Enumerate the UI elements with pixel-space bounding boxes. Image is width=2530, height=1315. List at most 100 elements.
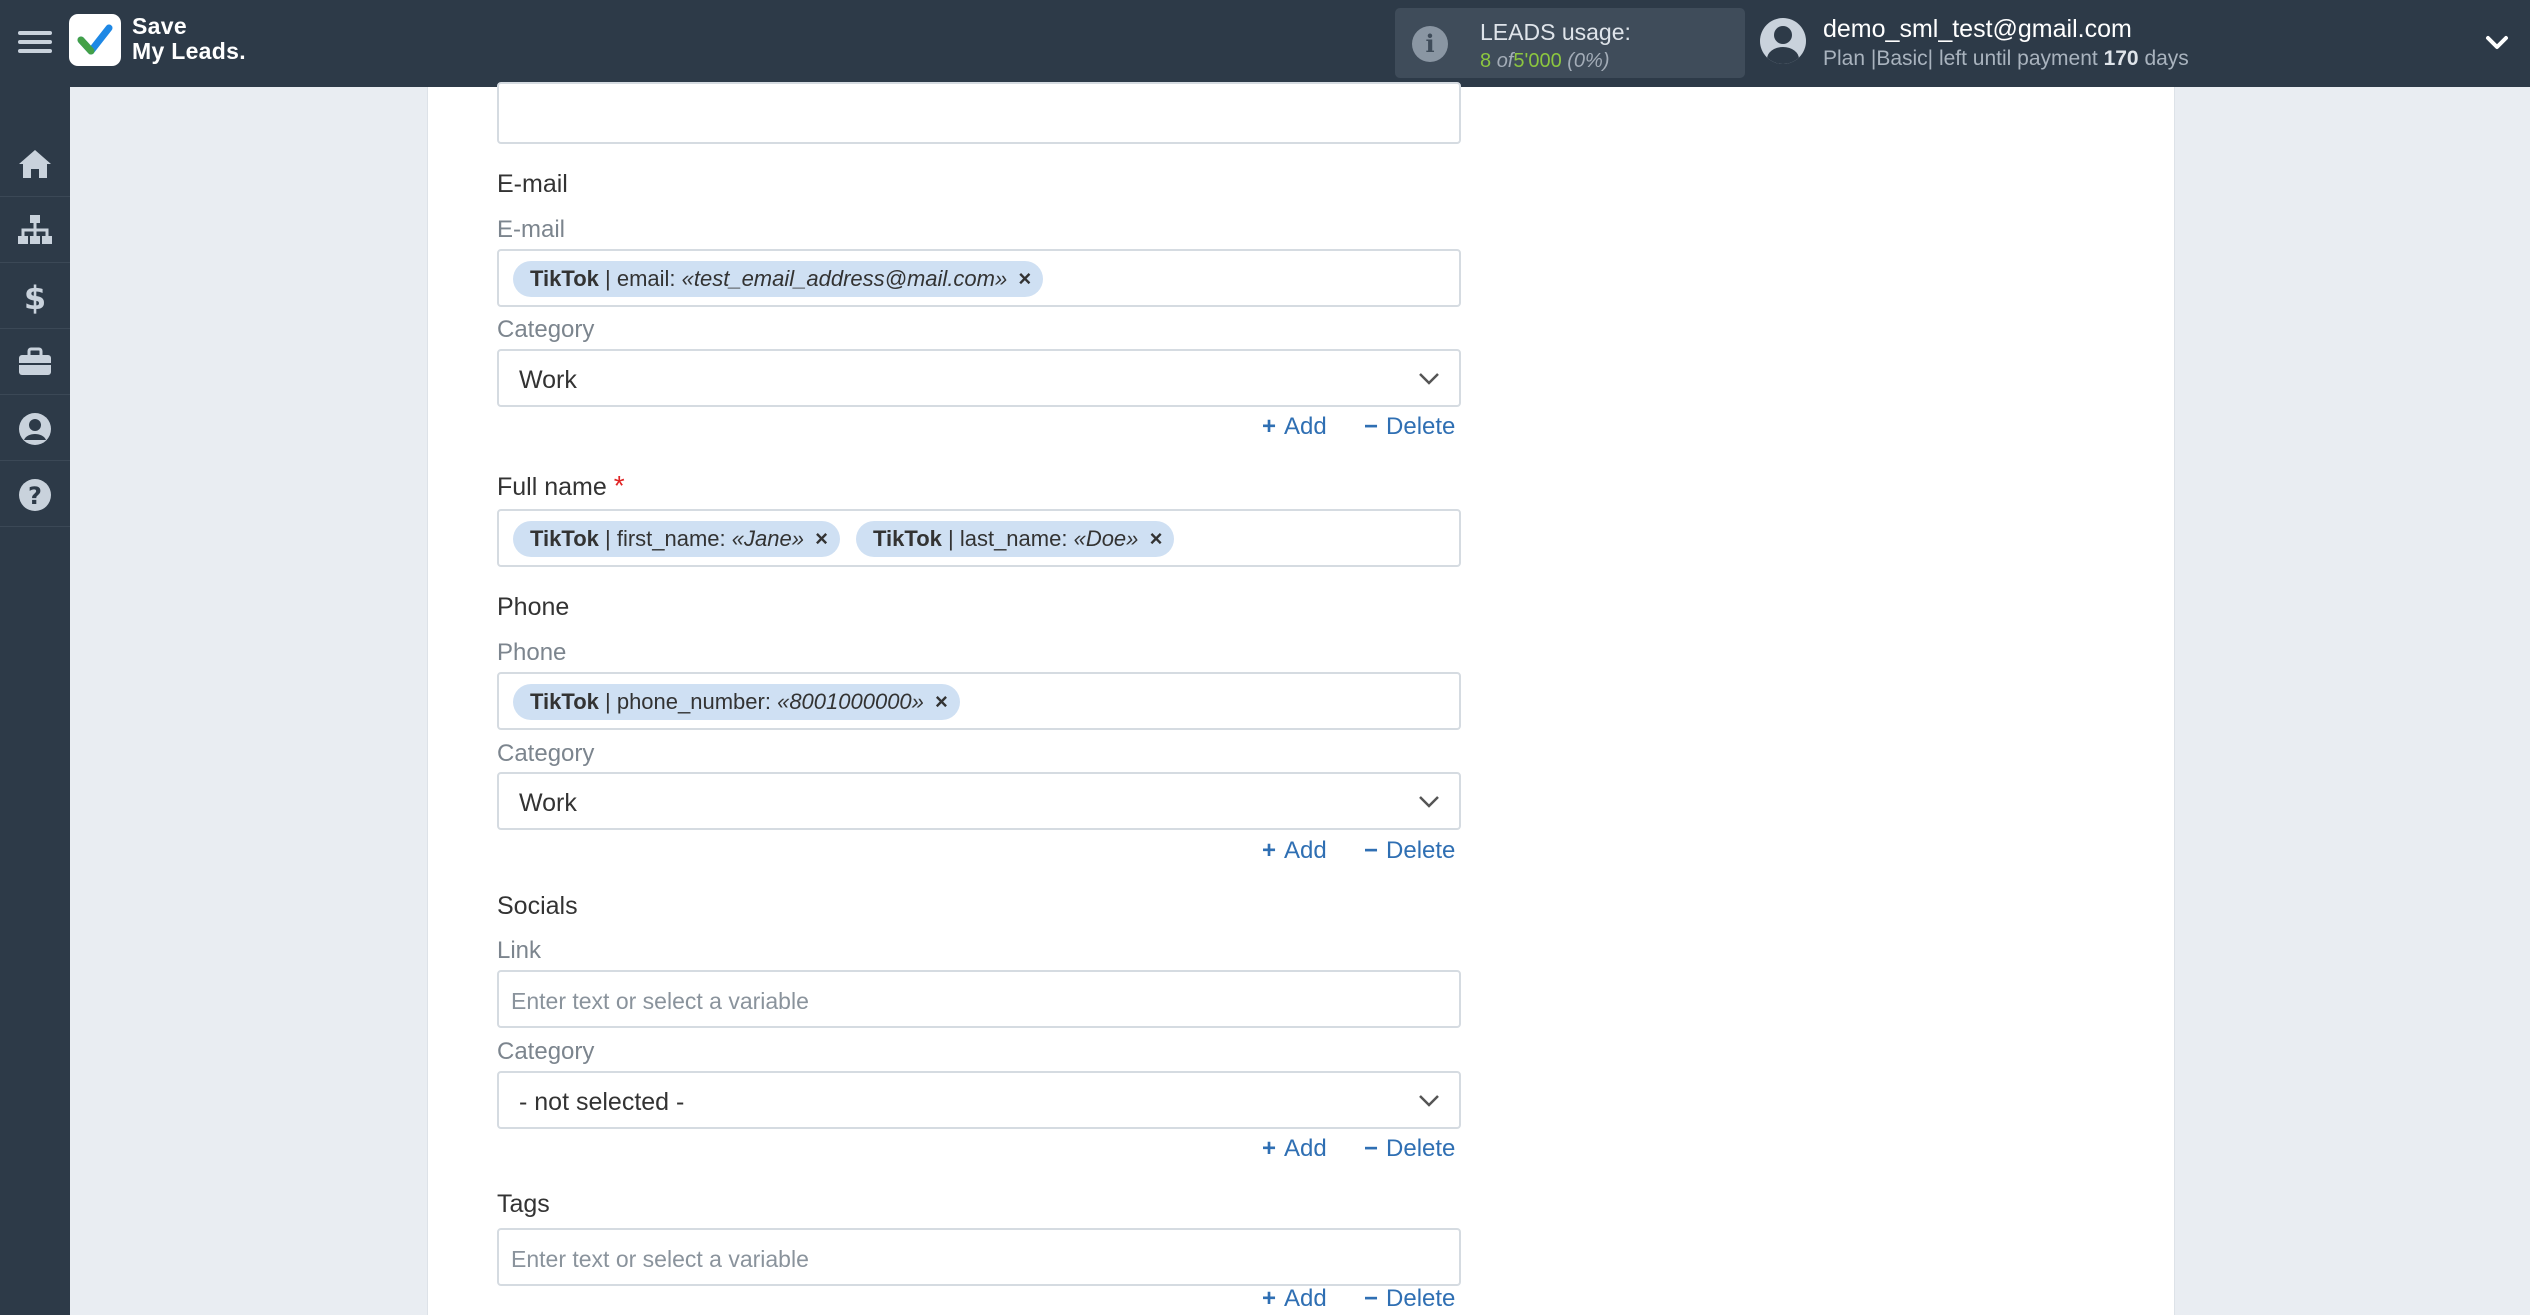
plan-prefix: Plan |Basic| left until payment <box>1823 47 2098 70</box>
remove-chip-icon[interactable]: × <box>815 521 828 557</box>
socials-section-title: Socials <box>497 892 578 920</box>
svg-text:$: $ <box>24 280 46 314</box>
chip-field: | email: <box>605 266 676 291</box>
dollar-icon: $ <box>24 280 46 314</box>
usage-title: LEADS usage: <box>1480 19 1631 45</box>
plus-icon: + <box>1262 1135 1277 1162</box>
user-plan: Plan |Basic| left until payment 170 days <box>1823 47 2189 71</box>
chip-source: TikTok <box>873 526 942 551</box>
phone-category-value: Work <box>519 789 577 817</box>
delete-label: Delete <box>1386 413 1456 440</box>
chevron-down-icon <box>1419 796 1439 808</box>
add-label: Add <box>1284 1285 1327 1312</box>
tags-add-button[interactable]: + Add <box>1262 1285 1327 1313</box>
user-email[interactable]: demo_sml_test@gmail.com <box>1823 15 2132 44</box>
phone-section-title: Phone <box>497 593 570 621</box>
minus-icon: − <box>1364 1285 1379 1312</box>
sidebar-item-connections[interactable] <box>0 197 70 263</box>
tags-section-title: Tags <box>497 1190 550 1218</box>
logo-icon[interactable] <box>69 14 121 66</box>
socials-link-placeholder: Enter text or select a variable <box>511 988 809 1014</box>
remove-chip-icon[interactable]: × <box>1150 521 1163 557</box>
email-delete-button[interactable]: − Delete <box>1364 413 1455 441</box>
socials-category-select[interactable]: - not selected - <box>497 1071 1461 1129</box>
delete-label: Delete <box>1386 1285 1456 1312</box>
usage-of: of <box>1496 50 1514 72</box>
sidebar-item-home[interactable] <box>0 131 70 197</box>
chip-field: | last_name: <box>948 526 1068 551</box>
remove-chip-icon[interactable]: × <box>1018 261 1031 297</box>
user-avatar-icon[interactable] <box>1760 18 1806 64</box>
phone-delete-button[interactable]: − Delete <box>1364 837 1455 865</box>
phone-category-select[interactable]: Work <box>497 772 1461 830</box>
sidebar: $ ? <box>0 87 70 1315</box>
question-icon: ? <box>19 479 51 511</box>
email-section-title: E-mail <box>497 170 568 198</box>
socials-add-button[interactable]: + Add <box>1262 1135 1327 1163</box>
minus-icon: − <box>1364 837 1379 864</box>
plan-days: 170 <box>2103 47 2139 70</box>
socials-link-label: Link <box>497 937 542 964</box>
phone-category-label: Category <box>497 740 595 767</box>
usage-total: 5'000 <box>1513 50 1562 72</box>
minus-icon: − <box>1364 413 1379 440</box>
usage-percent: (0%) <box>1567 50 1610 72</box>
socials-category-value: - not selected - <box>519 1088 685 1116</box>
top-bar: Save My Leads. i LEADS usage: 8 of5'000 … <box>0 0 2530 87</box>
chip-field: | phone_number: <box>605 689 771 714</box>
email-variable-chip[interactable]: TikTok | email: «test_email_address@mail… <box>513 261 1044 297</box>
user-circle-icon <box>19 413 51 445</box>
chip-value: «8001000000» <box>777 689 924 714</box>
phone-variable-chip[interactable]: TikTok | phone_number: «8001000000» × <box>513 684 960 720</box>
email-add-button[interactable]: + Add <box>1262 413 1327 441</box>
add-label: Add <box>1284 837 1327 864</box>
plus-icon: + <box>1262 1285 1277 1312</box>
logo-line-2: My Leads. <box>132 38 246 64</box>
phone-input[interactable]: TikTok | phone_number: «8001000000» × <box>497 672 1461 730</box>
delete-label: Delete <box>1386 837 1456 864</box>
plus-icon: + <box>1262 837 1277 864</box>
socials-delete-button[interactable]: − Delete <box>1364 1135 1455 1163</box>
email-category-label: Category <box>497 316 595 343</box>
email-category-select[interactable]: Work <box>497 349 1461 407</box>
chip-value: «Doe» <box>1073 526 1139 551</box>
tags-placeholder: Enter text or select a variable <box>511 1246 809 1272</box>
sidebar-item-help[interactable]: ? <box>0 461 70 527</box>
chip-source: TikTok <box>530 689 599 714</box>
phone-add-button[interactable]: + Add <box>1262 837 1327 865</box>
sidebar-item-billing[interactable]: $ <box>0 263 70 329</box>
tags-input[interactable]: Enter text or select a variable <box>497 1228 1461 1286</box>
add-label: Add <box>1284 1135 1327 1162</box>
remove-chip-icon[interactable]: × <box>935 684 948 720</box>
sidebar-item-account[interactable] <box>0 395 70 461</box>
info-icon[interactable]: i <box>1412 26 1448 62</box>
required-mark: * <box>613 470 625 501</box>
fullname-input[interactable]: TikTok | first_name: «Jane» × TikTok | l… <box>497 509 1461 567</box>
hamburger-menu-icon[interactable] <box>18 26 52 60</box>
delete-label: Delete <box>1386 1135 1456 1162</box>
minus-icon: − <box>1364 1135 1379 1162</box>
phone-field-label: Phone <box>497 639 567 666</box>
leads-usage-panel: i LEADS usage: 8 of5'000 (0%) <box>1395 8 1745 78</box>
plus-icon: + <box>1262 413 1277 440</box>
home-icon <box>19 150 51 178</box>
fullname-title-text: Full name <box>497 473 607 501</box>
email-input[interactable]: TikTok | email: «test_email_address@mail… <box>497 249 1461 307</box>
first-name-chip[interactable]: TikTok | first_name: «Jane» × <box>513 521 840 557</box>
logo-text[interactable]: Save My Leads. <box>132 14 246 64</box>
chip-field: | first_name: <box>605 526 726 551</box>
chip-value: «test_email_address@mail.com» <box>681 266 1008 291</box>
logo-line-1: Save <box>132 13 187 39</box>
chip-source: TikTok <box>530 266 599 291</box>
email-category-value: Work <box>519 366 577 394</box>
previous-field-input[interactable] <box>497 82 1461 144</box>
socials-link-input[interactable]: Enter text or select a variable <box>497 970 1461 1028</box>
email-field-label: E-mail <box>497 216 566 243</box>
sidebar-item-tools[interactable] <box>0 329 70 395</box>
chevron-down-icon[interactable] <box>2483 28 2511 56</box>
svg-text:?: ? <box>28 482 42 510</box>
add-label: Add <box>1284 413 1327 440</box>
tags-delete-button[interactable]: − Delete <box>1364 1285 1455 1313</box>
last-name-chip[interactable]: TikTok | last_name: «Doe» × <box>856 521 1175 557</box>
socials-category-label: Category <box>497 1038 595 1065</box>
